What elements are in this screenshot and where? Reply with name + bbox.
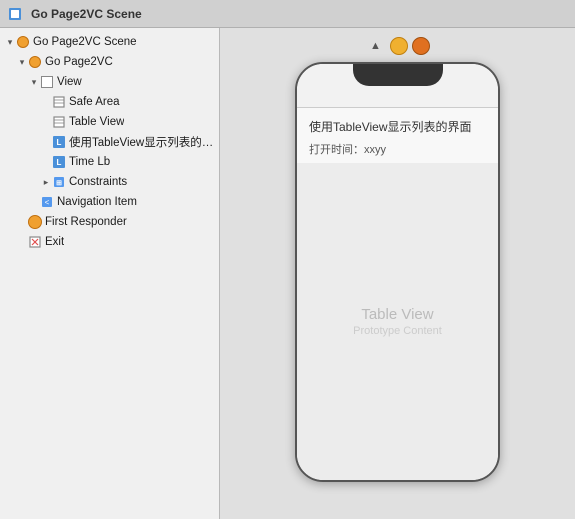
view-icon: [40, 75, 54, 89]
scene-icon: [16, 35, 30, 49]
expand-view[interactable]: [28, 76, 40, 88]
tree-item-vc[interactable]: Go Page2VC: [0, 52, 219, 72]
tree-item-lb2[interactable]: L Time Lb: [0, 152, 219, 172]
navitem-label: Navigation Item: [57, 196, 137, 208]
phone-content-area: 使用TableView显示列表的界面 打开时间：xxyy: [297, 108, 498, 157]
phone-tableview-label: Table View: [353, 306, 442, 323]
orange-button[interactable]: [412, 37, 430, 55]
phone-mockup: 使用TableView显示列表的界面 打开时间：xxyy Table View …: [295, 62, 500, 482]
tree-item-tableview[interactable]: Table View: [0, 112, 219, 132]
svg-text:⊞: ⊞: [56, 180, 62, 187]
tree-item-constraints[interactable]: ⊞ Constraints: [0, 172, 219, 192]
responder-icon: [28, 215, 42, 229]
lb2-label: Time Lb: [69, 156, 110, 168]
constraints-label: Constraints: [69, 176, 127, 188]
top-bar: Go Page2VC Scene: [0, 0, 575, 28]
exit-icon: [28, 235, 42, 249]
lb1-icon: L: [52, 135, 66, 149]
preview-panel: ▲ 使用TableView显示列表的界面 打开时间：xxyy Table Vi: [220, 28, 575, 519]
phone-screen: 使用TableView显示列表的界面 打开时间：xxyy Table View …: [297, 64, 498, 480]
lb1-label: 使用TableView显示列表的界面: [69, 134, 215, 150]
tree-item-exit[interactable]: Exit: [0, 232, 219, 252]
phone-tableview-sub: Prototype Content: [353, 325, 442, 337]
tree-item-responder[interactable]: First Responder: [0, 212, 219, 232]
vc-label: Go Page2VC: [45, 56, 113, 68]
tree-item-navitem[interactable]: < Navigation Item: [0, 192, 219, 212]
phone-subtitle: 打开时间：xxyy: [309, 141, 486, 157]
yellow-button[interactable]: [390, 37, 408, 55]
lb2-icon: L: [52, 155, 66, 169]
safearea-label: Safe Area: [69, 96, 120, 108]
navitem-icon: <: [40, 195, 54, 209]
exit-label: Exit: [45, 236, 64, 248]
phone-table-area: Table View Prototype Content: [297, 163, 498, 480]
safearea-icon: [52, 95, 66, 109]
scene-tree: Go Page2VC Scene Go Page2VC View Safe Ar…: [0, 28, 220, 519]
scene-label: Go Page2VC Scene: [33, 36, 137, 48]
main-area: Go Page2VC Scene Go Page2VC View Safe Ar…: [0, 28, 575, 519]
svg-text:<: <: [45, 198, 50, 207]
responder-label: First Responder: [45, 216, 127, 228]
expand-vc[interactable]: [16, 56, 28, 68]
preview-controls: ▲: [366, 36, 430, 56]
top-bar-title: Go Page2VC Scene: [31, 7, 142, 21]
tree-item-scene[interactable]: Go Page2VC Scene: [0, 32, 219, 52]
tree-item-view[interactable]: View: [0, 72, 219, 92]
tree-item-safearea[interactable]: Safe Area: [0, 92, 219, 112]
expand-scene[interactable]: [4, 36, 16, 48]
vc-icon: [28, 55, 42, 69]
view-label: View: [57, 76, 82, 88]
constraints-icon: ⊞: [52, 175, 66, 189]
expand-constraints[interactable]: [40, 176, 52, 188]
phone-title: 使用TableView显示列表的界面: [309, 118, 486, 135]
tableview-label: Table View: [69, 116, 124, 128]
arrow-up-icon: ▲: [366, 36, 386, 56]
scene-file-icon: [8, 7, 22, 21]
tree-item-lb1[interactable]: L 使用TableView显示列表的界面: [0, 132, 219, 152]
tableview-icon: [52, 115, 66, 129]
phone-notch: [353, 64, 443, 86]
